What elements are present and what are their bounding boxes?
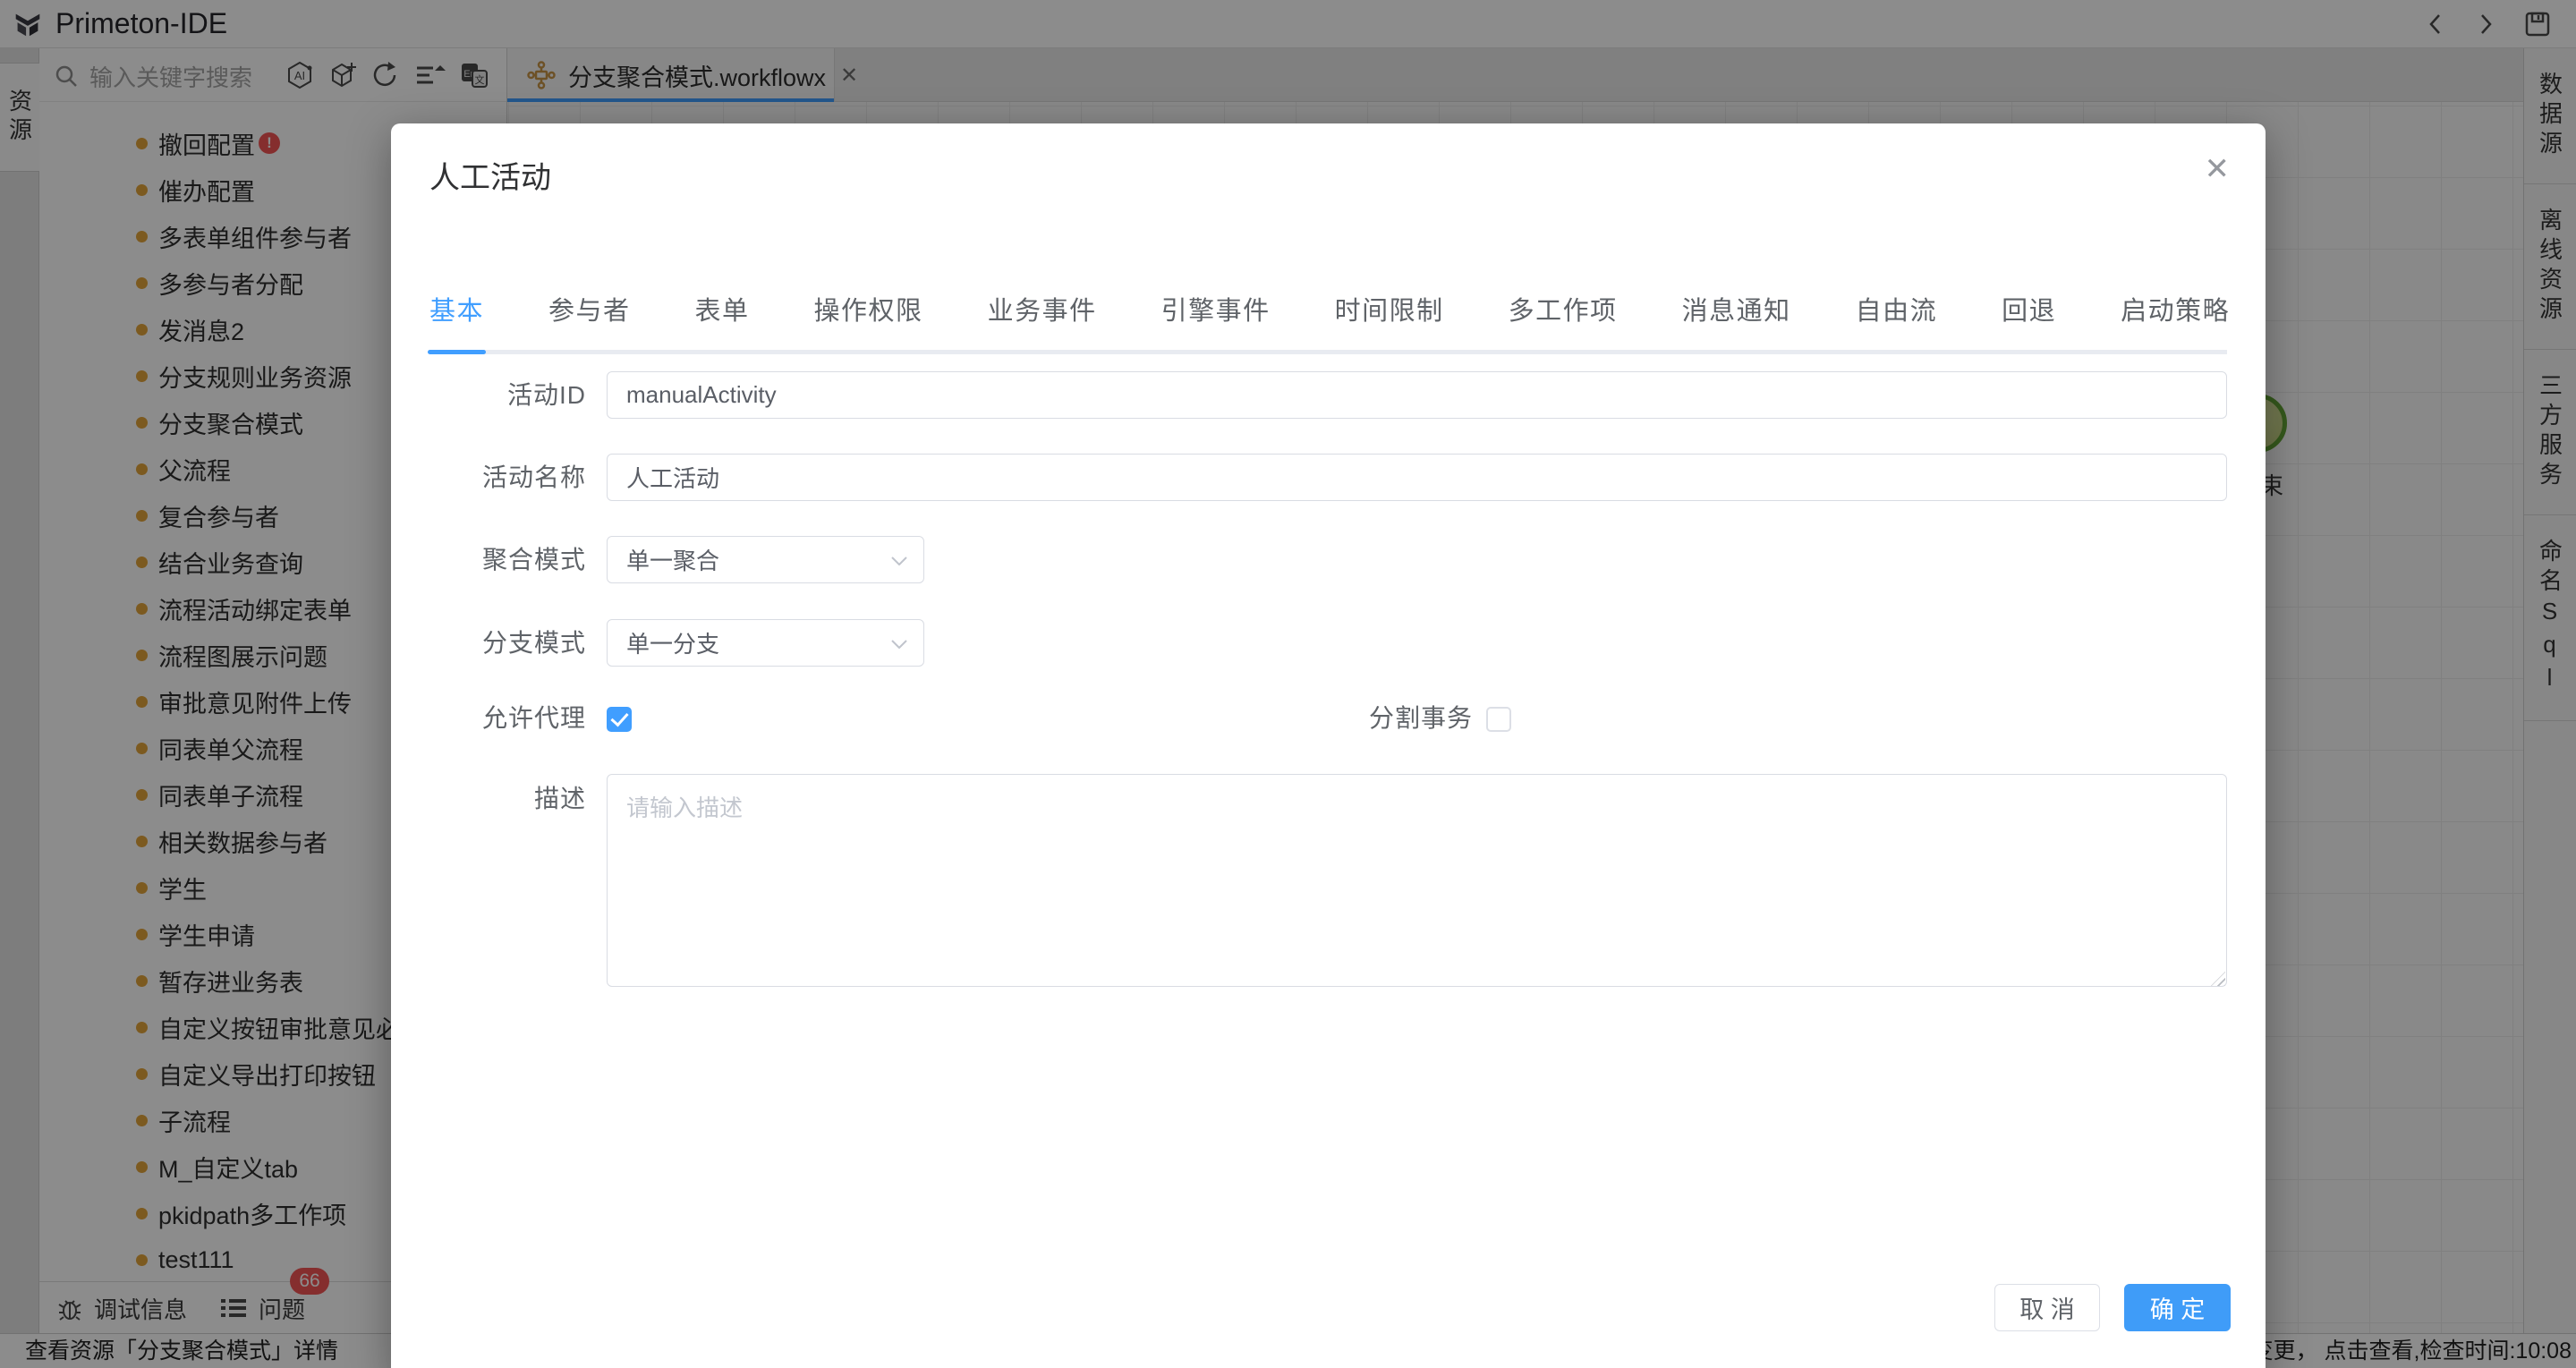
app-window: Primeton-IDE 资源 输入关键字搜索 AI En 文 撤回配置 ! 催… [0, 0, 2576, 1368]
split-transaction-label: 分割事务 [1369, 704, 1474, 732]
dialog-tab[interactable]: 操作权限 [814, 297, 923, 326]
description-label: 描述 [533, 785, 586, 812]
dialog-tab[interactable]: 引擎事件 [1161, 297, 1271, 326]
activity-id-input[interactable] [607, 371, 2227, 419]
chevron-down-icon [891, 640, 907, 649]
activity-name-input[interactable] [607, 454, 2227, 501]
ok-button[interactable]: 确 定 [2124, 1284, 2231, 1331]
dialog-tabs: 基本 参与者 表单 操作权限 业务事件 引擎事件 时间限制 多工作项 消息通知 自由流 回退 启动策略 [427, 297, 2230, 354]
dialog-tab[interactable]: 多工作项 [1509, 297, 1618, 326]
dialog-tab[interactable]: 参与者 [548, 297, 631, 326]
branch-mode-value: 单一分支 [626, 631, 720, 658]
cancel-button[interactable]: 取 消 [1994, 1284, 2100, 1331]
dialog-tab[interactable]: 自由流 [1856, 297, 1938, 326]
split-transaction-checkbox[interactable] [1486, 707, 1511, 732]
dialog-tab[interactable]: 业务事件 [988, 297, 1097, 326]
dialog-title: 人工活动 [429, 161, 551, 195]
branch-mode-label: 分支模式 [481, 629, 586, 657]
dialog-tab[interactable]: 启动策略 [2121, 297, 2230, 326]
dialog-tab[interactable]: 时间限制 [1335, 297, 1444, 326]
dialog-tab[interactable]: 回退 [2002, 297, 2056, 326]
activity-name-label: 活动名称 [481, 463, 586, 491]
aggregation-mode-label: 聚合模式 [481, 546, 586, 574]
allow-proxy-checkbox[interactable] [607, 707, 632, 732]
chevron-down-icon [891, 557, 907, 565]
allow-proxy-label: 允许代理 [481, 704, 586, 732]
manual-activity-dialog: 人工活动 ✕ 基本 参与者 表单 操作权限 业务事件 引擎事件 时间限制 多工作项 消息通知 自由… [391, 123, 2266, 1368]
aggregation-mode-select[interactable]: 单一聚合 [607, 536, 924, 583]
aggregation-mode-value: 单一聚合 [626, 548, 720, 574]
branch-mode-select[interactable]: 单一分支 [607, 619, 924, 667]
dialog-tab[interactable]: 表单 [695, 297, 750, 326]
close-icon[interactable]: ✕ [2205, 154, 2231, 184]
activity-id-label: 活动ID [506, 381, 586, 409]
dialog-tab[interactable]: 消息通知 [1682, 297, 1791, 326]
description-textarea[interactable] [607, 774, 2227, 987]
dialog-tab[interactable]: 基本 [427, 297, 487, 354]
